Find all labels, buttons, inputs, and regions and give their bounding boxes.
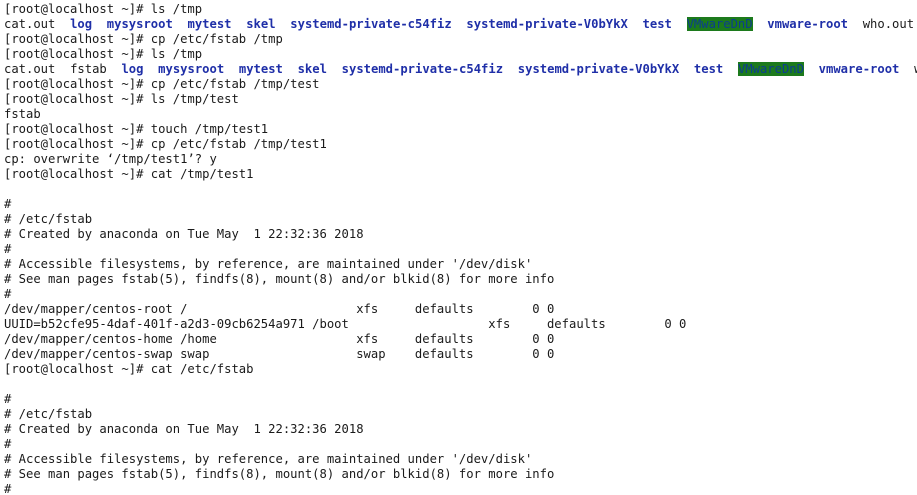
shell-prompt: [root@localhost ~]# [4, 2, 151, 16]
directory-entry: log [121, 62, 144, 76]
output-line: # See man pages fstab(5), findfs(8), mou… [4, 467, 917, 482]
command-line: [root@localhost ~]# touch /tmp/test1 [4, 122, 917, 137]
output-text: # [4, 197, 12, 211]
output-line: # Accessible filesystems, by reference, … [4, 257, 917, 272]
directory-entry: test [693, 62, 724, 76]
command-line: [root@localhost ~]# ls /tmp [4, 2, 917, 17]
output-text: # Created by anaconda on Tue May 1 22:32… [4, 227, 364, 241]
directory-entry: mytest [238, 62, 283, 76]
directory-entry: test [642, 17, 672, 31]
shell-prompt: [root@localhost ~]# [4, 167, 151, 181]
output-line: fstab [4, 107, 917, 122]
output-text: # /etc/fstab [4, 212, 93, 226]
command-line: [root@localhost ~]# ls /tmp [4, 47, 917, 62]
directory-entry: mysysroot [158, 62, 225, 76]
file-entry: fstab [70, 62, 107, 76]
command-text: touch /tmp/test1 [150, 122, 269, 136]
directory-entry: vmware-root [767, 17, 849, 31]
command-line: [root@localhost ~]# cat /tmp/test1 [4, 167, 917, 182]
output-text: cp: overwrite ‘/tmp/test1’? y [4, 152, 217, 166]
output-line: # /etc/fstab [4, 407, 917, 422]
ls-output-line: cat.out log mysysroot mytest skel system… [4, 17, 917, 32]
output-line: # [4, 482, 917, 495]
command-text: cat /etc/fstab [150, 362, 254, 376]
output-text: # [4, 242, 12, 256]
command-text: cat /tmp/test1 [150, 167, 254, 181]
output-text: # Accessible filesystems, by reference, … [4, 452, 533, 466]
output-line: cp: overwrite ‘/tmp/test1’? y [4, 152, 917, 167]
output-line: # See man pages fstab(5), findfs(8), mou… [4, 272, 917, 287]
file-entry: cat.out [4, 62, 56, 76]
shell-prompt: [root@localhost ~]# [4, 362, 151, 376]
shell-prompt: [root@localhost ~]# [4, 92, 151, 106]
command-text: cp /etc/fstab /tmp [150, 32, 283, 46]
command-text: cp /etc/fstab /tmp/test1 [150, 137, 327, 151]
output-line: UUID=b52cfe95-4daf-401f-a2d3-09cb6254a97… [4, 317, 917, 332]
shell-prompt: [root@localhost ~]# [4, 32, 151, 46]
output-line: # /etc/fstab [4, 212, 917, 227]
file-entry: cat.out [4, 17, 56, 31]
command-line: [root@localhost ~]# cp /etc/fstab /tmp [4, 32, 917, 47]
command-text: ls /tmp [150, 47, 203, 61]
output-line: # [4, 287, 917, 302]
shell-prompt: [root@localhost ~]# [4, 137, 151, 151]
output-text: fstab [4, 107, 41, 121]
ls-output-line: cat.out fstab log mysysroot mytest skel … [4, 62, 917, 77]
output-line: /dev/mapper/centos-home /home xfs defaul… [4, 332, 917, 347]
output-line: # [4, 392, 917, 407]
command-text: ls /tmp/test [150, 92, 239, 106]
output-text: UUID=b52cfe95-4daf-401f-a2d3-09cb6254a97… [4, 317, 687, 331]
output-text: # [4, 482, 12, 495]
output-text: # See man pages fstab(5), findfs(8), mou… [4, 272, 555, 286]
directory-entry: systemd-private-c54fiz [290, 17, 452, 31]
shell-prompt: [root@localhost ~]# [4, 77, 151, 91]
directory-entry: mysysroot [106, 17, 173, 31]
directory-entry: vmware-root [818, 62, 900, 76]
output-text: /dev/mapper/centos-swap swap swap defaul… [4, 347, 555, 361]
output-text: # [4, 392, 12, 406]
shell-prompt: [root@localhost ~]# [4, 47, 151, 61]
command-line: [root@localhost ~]# cp /etc/fstab /tmp/t… [4, 137, 917, 152]
output-text: # [4, 437, 12, 451]
output-line: # [4, 437, 917, 452]
output-text: # /etc/fstab [4, 407, 93, 421]
directory-entry: skel [297, 62, 327, 76]
command-line: [root@localhost ~]# cp /etc/fstab /tmp/t… [4, 77, 917, 92]
output-line: /dev/mapper/centos-swap swap swap defaul… [4, 347, 917, 362]
command-text: ls /tmp [150, 2, 203, 16]
highlighted-directory-entry: VMwareDnD [737, 62, 804, 76]
directory-entry: systemd-private-c54fiz [341, 62, 504, 76]
directory-entry: systemd-private-V0bYkX [466, 17, 628, 31]
output-text: /dev/mapper/centos-home /home xfs defaul… [4, 332, 555, 346]
directory-entry: log [70, 17, 93, 31]
output-line: # Accessible filesystems, by reference, … [4, 452, 917, 467]
output-text: # Accessible filesystems, by reference, … [4, 257, 533, 271]
output-text: # [4, 287, 12, 301]
command-line: [root@localhost ~]# ls /tmp/test [4, 92, 917, 107]
output-line: # Created by anaconda on Tue May 1 22:32… [4, 422, 917, 437]
directory-entry: skel [246, 17, 276, 31]
output-text: # See man pages fstab(5), findfs(8), mou… [4, 467, 555, 481]
output-line: # Created by anaconda on Tue May 1 22:32… [4, 227, 917, 242]
shell-prompt: [root@localhost ~]# [4, 122, 151, 136]
file-entry: who.out [862, 17, 915, 31]
terminal-window[interactable]: [root@localhost ~]# ls /tmp cat.out log m… [4, 2, 917, 495]
output-line: # [4, 197, 917, 212]
output-text: # Created by anaconda on Tue May 1 22:32… [4, 422, 364, 436]
output-line: /dev/mapper/centos-root / xfs defaults 0… [4, 302, 917, 317]
directory-entry: systemd-private-V0bYkX [517, 62, 680, 76]
output-line: # [4, 242, 917, 257]
directory-entry: mytest [187, 17, 232, 31]
output-text: /dev/mapper/centos-root / xfs defaults 0… [4, 302, 555, 316]
command-text: cp /etc/fstab /tmp/test [150, 77, 320, 91]
highlighted-directory-entry: VMwareDnD [686, 17, 753, 31]
command-line: [root@localhost ~]# cat /etc/fstab [4, 362, 917, 377]
